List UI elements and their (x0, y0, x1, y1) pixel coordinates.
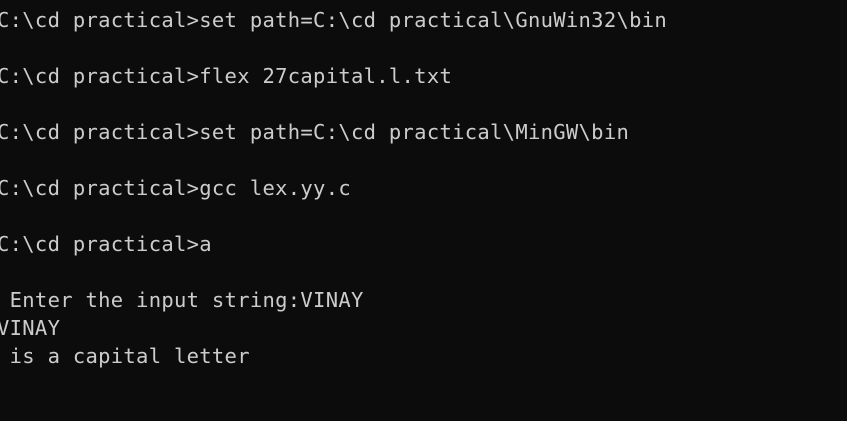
command-line: C:\cd practical>flex 27capital.l.txt (0, 64, 453, 88)
terminal-window[interactable]: C:\cd practical>set path=C:\cd practical… (0, 0, 847, 421)
command-line: C:\cd practical>set path=C:\cd practical… (0, 120, 630, 144)
output-line: VINAY (0, 316, 61, 340)
command-line: C:\cd practical>set path=C:\cd practical… (0, 8, 668, 32)
output-line: is a capital letter (0, 344, 250, 368)
command-line: C:\cd practical>gcc lex.yy.c (0, 176, 351, 200)
command-line: C:\cd practical>a (0, 232, 212, 256)
output-line: Enter the input string:VINAY (0, 288, 364, 312)
